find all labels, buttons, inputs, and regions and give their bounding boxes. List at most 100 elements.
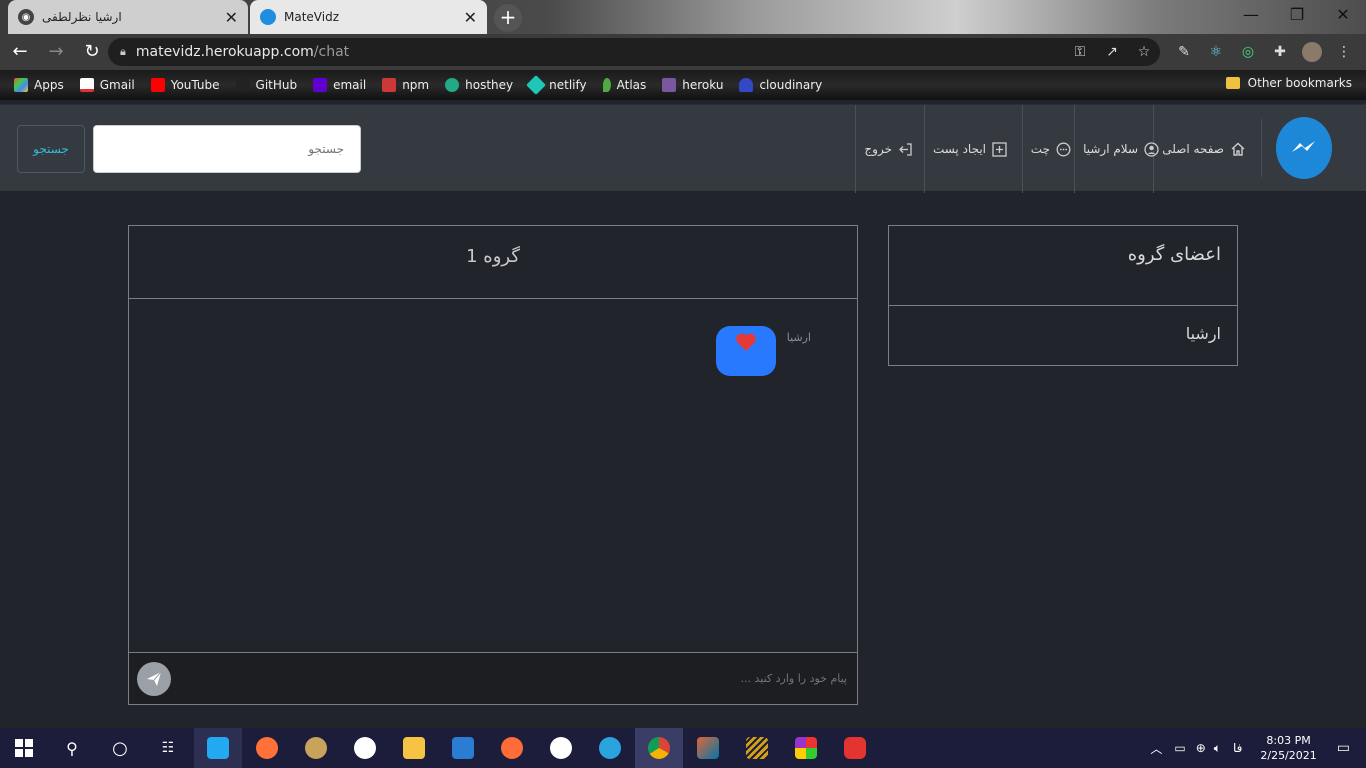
- windows-taskbar: ⚲ ○ ☷ ︿ ▭ ⊕ 🔈︎ فا 8:03 PM 2/25/2021 ▭: [0, 728, 1366, 768]
- telegram-icon[interactable]: [586, 728, 634, 768]
- message-list: ارشیا: [129, 299, 857, 653]
- mongodb-compass-icon[interactable]: [537, 728, 585, 768]
- url-host: matevidz.herokuapp.com: [135, 44, 314, 60]
- input-language[interactable]: فا: [1233, 741, 1242, 755]
- tab-title: MateVidz: [284, 10, 339, 24]
- matlab-icon[interactable]: [684, 728, 732, 768]
- mail-icon[interactable]: [439, 728, 487, 768]
- key-icon[interactable]: ⚿: [1066, 38, 1094, 66]
- chevron-up-icon[interactable]: ︿: [1150, 740, 1162, 757]
- extensions-puzzle-icon[interactable]: ✚: [1266, 38, 1294, 66]
- extension-circle-icon[interactable]: ◎: [1234, 38, 1262, 66]
- globe-icon: ◉: [18, 9, 34, 25]
- site-navbar: صفحه اصلی سلام ارشیا چت ایجاد پست خروج ج…: [0, 104, 1366, 193]
- bookmark-apps[interactable]: Apps: [14, 78, 64, 92]
- bookmark-npm[interactable]: npm: [382, 78, 429, 92]
- clock-date: 2/25/2021: [1260, 749, 1317, 762]
- reload-icon[interactable]: ↻: [76, 36, 108, 68]
- search-button[interactable]: جستجو: [17, 125, 85, 173]
- chrome-icon[interactable]: [635, 728, 683, 768]
- close-tab-icon[interactable]: ✕: [225, 8, 238, 27]
- lock-icon: 🔒︎: [120, 45, 126, 58]
- volume-icon[interactable]: 🔈︎: [1214, 741, 1221, 756]
- restore-button[interactable]: ❐: [1274, 0, 1320, 30]
- profile-avatar[interactable]: [1298, 38, 1326, 66]
- psiphon-icon[interactable]: [831, 728, 879, 768]
- extension-pen-icon[interactable]: ✎: [1170, 38, 1198, 66]
- search-icon[interactable]: ⚲: [48, 728, 96, 768]
- new-tab-button[interactable]: +: [494, 4, 522, 32]
- bookmark-youtube[interactable]: YouTube: [150, 78, 220, 92]
- notification-icon[interactable]: ▭: [1337, 740, 1350, 756]
- media-player-icon[interactable]: [292, 728, 340, 768]
- network-globe-icon[interactable]: ⊕: [1196, 741, 1206, 755]
- yahoo-icon: [313, 78, 328, 92]
- chat-panel: گروه 1 ارشیا: [128, 225, 858, 705]
- folder-icon: [1225, 77, 1240, 89]
- firefox-icon[interactable]: [243, 728, 291, 768]
- address-bar[interactable]: 🔒︎ matevidz.herokuapp.com /chat: [108, 38, 1160, 66]
- search-input[interactable]: [93, 125, 361, 173]
- bookmark-hosthey[interactable]: hosthey: [445, 78, 513, 92]
- message-composer: [129, 652, 857, 704]
- postman-icon[interactable]: [488, 728, 536, 768]
- nav-profile[interactable]: سلام ارشیا: [1074, 105, 1167, 193]
- browser-tabstrip: ◉ ارشیا نظرلطفی ✕ MateVidz ✕ + — ❐ ✕: [0, 0, 1366, 34]
- send-plane-icon: [147, 671, 162, 686]
- messenger-logo[interactable]: [1276, 117, 1332, 179]
- cortana-icon[interactable]: ○: [96, 728, 144, 768]
- browser-tab[interactable]: ◉ ارشیا نظرلطفی ✕: [8, 0, 248, 34]
- minimize-button[interactable]: —: [1228, 0, 1274, 30]
- close-tab-icon[interactable]: ✕: [464, 8, 477, 27]
- browser-tab-active[interactable]: MateVidz ✕: [250, 0, 487, 34]
- app-squares-icon[interactable]: [782, 728, 830, 768]
- mongodb-leaf-icon: [602, 78, 611, 92]
- forward-arrow-icon[interactable]: →: [40, 36, 72, 68]
- nav-home[interactable]: صفحه اصلی: [1153, 105, 1253, 193]
- close-window-button[interactable]: ✕: [1320, 0, 1366, 30]
- nav-chat[interactable]: چت: [1021, 105, 1079, 193]
- message-sender: ارشیا: [786, 331, 811, 344]
- star-bookmark-icon[interactable]: ☆: [1130, 38, 1158, 66]
- heroku-icon: [662, 78, 677, 92]
- back-arrow-icon[interactable]: ←: [4, 36, 36, 68]
- other-bookmarks[interactable]: Other bookmarks: [1225, 76, 1352, 90]
- task-view-icon[interactable]: ☷: [144, 728, 192, 768]
- react-devtools-icon[interactable]: ⚛: [1202, 38, 1230, 66]
- messenger-bolt-icon: [1292, 141, 1315, 152]
- group-members-panel: اعضای گروه ارشیا: [888, 225, 1238, 366]
- bookmark-email[interactable]: email: [313, 78, 366, 92]
- tab-title: ارشیا نظرلطفی: [42, 10, 122, 24]
- nav-create-post[interactable]: ایجاد پست: [923, 105, 1015, 193]
- battery-icon[interactable]: ▭: [1174, 741, 1185, 755]
- bookmark-cloudinary[interactable]: cloudinary: [739, 78, 822, 92]
- user-circle-icon: [1144, 141, 1159, 157]
- hosthey-icon: [445, 78, 460, 92]
- nav-logout[interactable]: خروج: [855, 105, 921, 193]
- taskbar-clock[interactable]: 8:03 PM 2/25/2021: [1260, 733, 1316, 763]
- heart-icon: [736, 333, 756, 351]
- send-button[interactable]: [137, 662, 171, 696]
- file-explorer-icon[interactable]: [390, 728, 438, 768]
- member-item[interactable]: ارشیا: [889, 306, 1237, 366]
- windows-start-icon[interactable]: [0, 728, 48, 768]
- more-menu-icon[interactable]: ⋮: [1330, 38, 1358, 66]
- youtube-icon: [150, 78, 165, 92]
- open-external-icon[interactable]: ↗: [1098, 38, 1126, 66]
- bookmark-netlify[interactable]: netlify: [526, 75, 587, 95]
- gmail-icon: [79, 78, 94, 92]
- logout-icon: [898, 142, 913, 157]
- npm-icon: [382, 78, 397, 92]
- bookmark-atlas[interactable]: Atlas: [602, 78, 646, 92]
- app-w-icon[interactable]: [341, 728, 389, 768]
- app-stack-icon[interactable]: [733, 728, 781, 768]
- vscode-icon[interactable]: [194, 728, 242, 768]
- github-icon: [235, 78, 250, 92]
- bookmark-gmail[interactable]: Gmail: [79, 78, 135, 92]
- bookmark-github[interactable]: GitHub: [235, 78, 297, 92]
- chat-title: گروه 1: [129, 226, 857, 299]
- message-input[interactable]: [181, 653, 857, 704]
- bookmark-heroku[interactable]: heroku: [662, 78, 723, 92]
- chat-bubble-icon: [1056, 142, 1071, 157]
- navbar-divider: [1261, 119, 1262, 177]
